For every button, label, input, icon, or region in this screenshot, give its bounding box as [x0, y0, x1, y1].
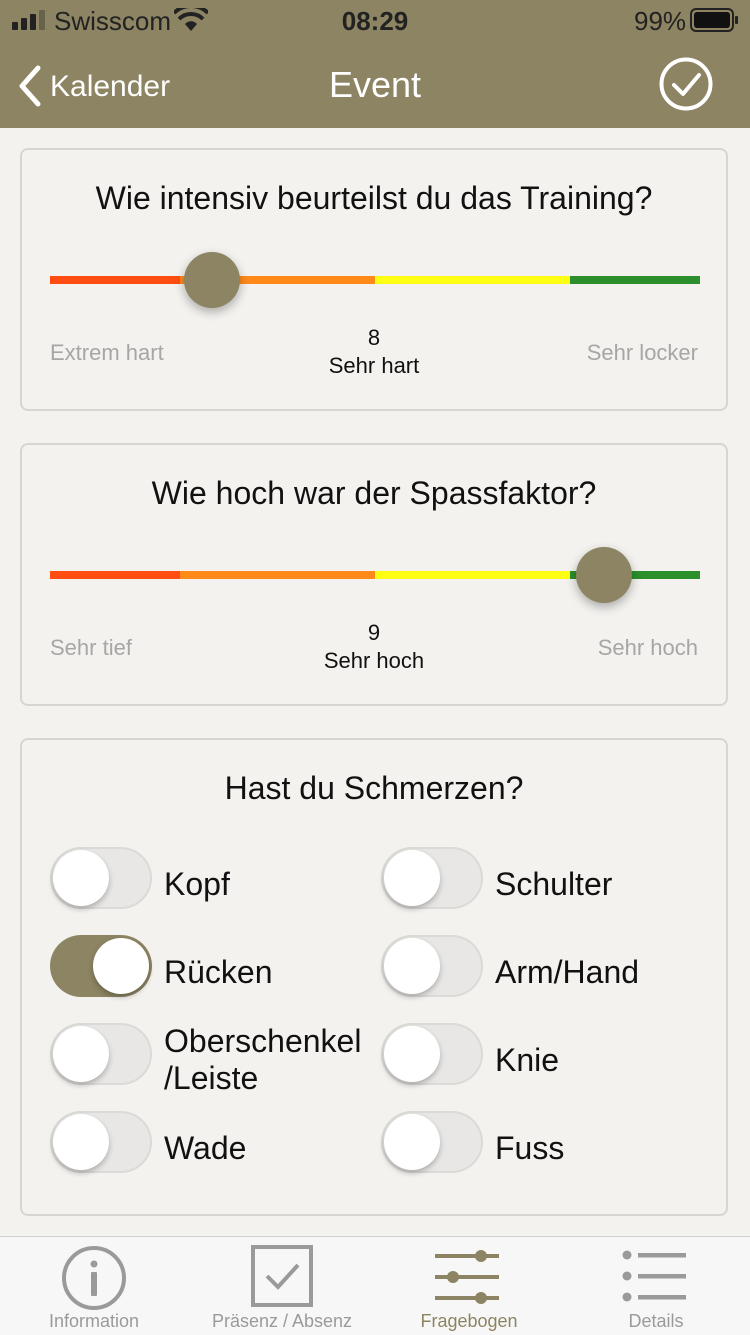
toggle-knob — [93, 938, 149, 994]
toggle-label-ruecken: Rücken — [164, 954, 273, 990]
fun-slider-thumb[interactable] — [576, 547, 632, 603]
question-pain: Hast du Schmerzen? — [224, 770, 524, 806]
toggle-label-knie: Knie — [495, 1042, 560, 1078]
intensity-value-label: Sehr hart — [328, 353, 420, 378]
toggle-wade[interactable] — [50, 1111, 152, 1173]
pain-card: Hast du Schmerzen? Kopf Schulter Rücken … — [20, 738, 728, 1216]
info-icon — [62, 1246, 126, 1310]
toggle-arm-hand[interactable] — [381, 935, 483, 997]
toggle-schulter[interactable] — [381, 847, 483, 909]
confirm-button[interactable] — [658, 56, 714, 112]
slider-card-fun: Wie hoch war der Spassfaktor? Sehr tief … — [20, 443, 728, 706]
toggle-ruecken[interactable] — [50, 935, 152, 997]
toggle-knob — [384, 938, 440, 994]
tab-details[interactable]: Details — [562, 1237, 750, 1335]
tab-label-information: Information — [48, 1311, 140, 1331]
tab-label-fragebogen: Fragebogen — [420, 1311, 518, 1331]
intensity-value: 8 — [367, 325, 381, 350]
toggle-knie[interactable] — [381, 1023, 483, 1085]
checkbox-icon — [251, 1245, 313, 1307]
toggle-label-arm-hand: Arm/Hand — [495, 954, 640, 990]
fun-value: 9 — [367, 620, 381, 645]
tab-praesenz-absenz[interactable]: Präsenz / Absenz — [188, 1237, 376, 1335]
toggle-knob — [384, 1114, 440, 1170]
list-icon — [622, 1250, 686, 1302]
intensity-slider-thumb[interactable] — [184, 252, 240, 308]
toggle-label-oberschenkel-leiste: Oberschenkel /Leiste — [164, 1023, 362, 1096]
toggle-label-fuss: Fuss — [495, 1130, 565, 1166]
page-title: Event — [328, 64, 422, 105]
battery-icon — [690, 8, 738, 32]
intensity-slider-track[interactable] — [50, 276, 700, 284]
toggle-knob — [53, 1114, 109, 1170]
toggle-oberschenkel-leiste[interactable] — [50, 1023, 152, 1085]
question-fun: Wie hoch war der Spassfaktor? — [151, 475, 597, 511]
fun-value-label: Sehr hoch — [323, 648, 425, 673]
sliders-icon — [435, 1250, 499, 1304]
tab-bar: Information Präsenz / Absenz Fragebogen … — [0, 1236, 750, 1335]
toggle-kopf[interactable] — [50, 847, 152, 909]
tab-label-details: Details — [628, 1311, 684, 1331]
toggle-knob — [53, 1026, 109, 1082]
tab-label-praesenz-absenz: Präsenz / Absenz — [211, 1311, 353, 1331]
toggle-knob — [384, 1026, 440, 1082]
toggle-knob — [53, 850, 109, 906]
question-intensity: Wie intensiv beurteilst du das Training? — [95, 180, 653, 216]
tab-information[interactable]: Information — [0, 1237, 188, 1335]
toggle-fuss[interactable] — [381, 1111, 483, 1173]
toggle-label-schulter: Schulter — [495, 866, 613, 902]
slider-card-intensity: Wie intensiv beurteilst du das Training?… — [20, 148, 728, 411]
tab-fragebogen[interactable]: Fragebogen — [375, 1237, 563, 1335]
toggle-knob — [384, 850, 440, 906]
toggle-label-wade: Wade — [164, 1130, 247, 1166]
toggle-label-kopf: Kopf — [164, 866, 230, 902]
battery-percentage: 99% — [634, 6, 687, 36]
